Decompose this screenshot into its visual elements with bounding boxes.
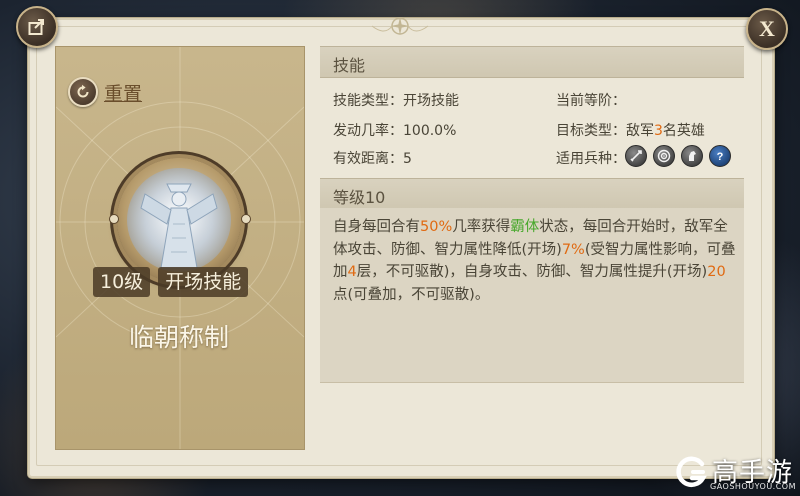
skill-type-badge: 开场技能 — [158, 267, 249, 297]
reset-label: 重置 — [104, 82, 143, 105]
share-button[interactable] — [16, 6, 58, 48]
skill-type-row: 技能类型：开场技能 — [333, 90, 459, 110]
help-icon[interactable]: ? — [709, 145, 731, 167]
trigger-rate-row: 发动几率：100.0% — [333, 120, 456, 140]
skill-description: 自身每回合有50%几率获得霸体状态，每回合开始时，敌军全体攻击、防御、智力属性降… — [333, 216, 737, 306]
unit-types-label: 适用兵种： — [556, 151, 626, 167]
desc-part: 50% — [420, 219, 453, 235]
level-section-title: 等级10 — [333, 188, 386, 207]
bow-target-icon[interactable] — [653, 145, 675, 167]
close-button[interactable]: X — [746, 8, 788, 50]
trigger-rate-label: 发动几率： — [333, 123, 403, 139]
skill-name: 临朝称制 — [128, 323, 229, 352]
badge-row: 10级 开场技能 — [93, 267, 249, 297]
refresh-icon — [68, 77, 98, 107]
skill-section-title: 技能 — [333, 56, 366, 75]
brand-logo-icon — [676, 456, 707, 488]
target-prefix: 敌军 — [626, 123, 654, 139]
desc-part: 自身每回合有 — [333, 219, 420, 235]
close-icon: X — [759, 16, 775, 41]
horse-icon[interactable] — [681, 145, 703, 167]
skill-section-header: 技能 — [320, 46, 744, 78]
target-suffix: 名英雄 — [662, 123, 705, 139]
desc-part: 20 — [707, 264, 726, 280]
skill-type-label: 技能类型： — [333, 93, 403, 109]
desc-part: 7% — [561, 241, 585, 258]
desc-part: 霸体 — [510, 219, 540, 235]
skill-portrait — [109, 158, 251, 282]
portrait-frame — [127, 168, 231, 272]
range-row: 有效距离：5 — [333, 148, 412, 168]
desc-part: 层，不可驱散)，自身攻击、防御、智力属性提升(开场) — [356, 264, 708, 280]
range-value: 5 — [403, 151, 412, 167]
skill-type-value: 开场技能 — [403, 93, 459, 109]
empress-figure-icon — [127, 168, 231, 272]
range-label: 有效距离： — [333, 151, 403, 167]
current-rank-row: 当前等阶： — [556, 90, 626, 110]
svg-text:?: ? — [717, 151, 724, 163]
medallion-knob-right — [241, 214, 251, 224]
desc-part: 4 — [347, 264, 357, 280]
level-section-header: 等级10 — [320, 178, 744, 210]
desc-part: 点(可叠加，不可驱散)。 — [333, 286, 490, 303]
target-type-row: 目标类型：敌军3名英雄 — [556, 120, 705, 140]
target-count: 3 — [654, 123, 663, 139]
reset-button[interactable]: 重置 — [68, 77, 142, 107]
unit-types-row: 适用兵种： — [556, 148, 626, 168]
unit-icons: ? — [625, 145, 731, 167]
desc-part: 几率获得 — [452, 219, 511, 235]
share-icon — [28, 19, 44, 35]
watermark: 高手游 GAOSHOUYOU.COM — [672, 450, 796, 494]
level-badge: 10级 — [93, 267, 151, 297]
medallion-knob-left — [109, 214, 119, 224]
sword-icon[interactable] — [625, 145, 647, 167]
trigger-rate-value: 100.0% — [403, 123, 457, 139]
target-type-label: 目标类型： — [556, 123, 626, 139]
brand-url: GAOSHOUYOU.COM — [710, 482, 797, 491]
current-rank-label: 当前等阶： — [556, 93, 626, 109]
top-ornament-icon — [371, 17, 429, 35]
